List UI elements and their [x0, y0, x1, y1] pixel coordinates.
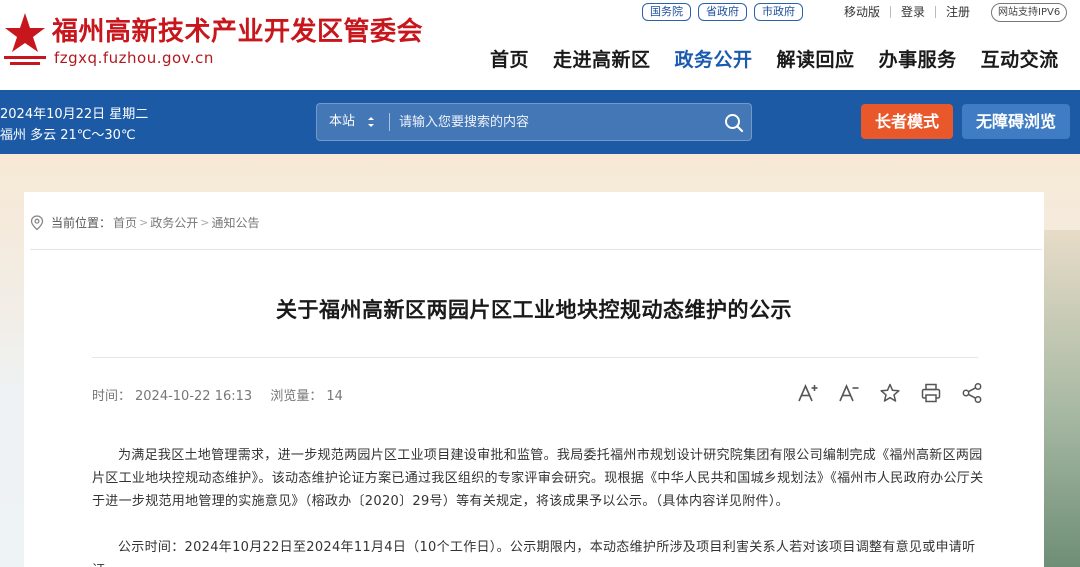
article-tools: [797, 382, 983, 404]
mobile-version-link[interactable]: 移动版: [844, 3, 880, 20]
font-decrease-icon[interactable]: [838, 382, 860, 404]
register-link[interactable]: 注册: [946, 3, 970, 20]
date-text: 2024年10月22日 星期二: [0, 107, 149, 122]
divider: [935, 5, 937, 18]
article-meta: 时间： 2024-10-22 16:13 浏览量： 14: [92, 385, 347, 404]
nav-item-interaction[interactable]: 互动交流: [981, 45, 1059, 72]
accessible-browse-button[interactable]: 无障碍浏览: [962, 104, 1070, 139]
divider: [92, 357, 978, 358]
divider: [30, 249, 1042, 250]
gov-link-city[interactable]: 市政府: [754, 3, 803, 21]
article-title: 关于福州高新区两园片区工业地块控规动态维护的公示: [276, 298, 792, 322]
view-count: 14: [326, 389, 343, 404]
gov-links: 国务院 省政府 市政府: [642, 3, 803, 21]
print-icon[interactable]: [920, 382, 942, 404]
font-increase-icon[interactable]: [797, 382, 819, 404]
main-nav: 首页 走进高新区 政务公开 解读回应 办事服务 互动交流: [490, 45, 1059, 72]
logo-icon: [4, 13, 46, 65]
nav-item-home[interactable]: 首页: [490, 45, 529, 72]
nav-item-services[interactable]: 办事服务: [879, 45, 957, 72]
nav-item-interpretation[interactable]: 解读回应: [777, 45, 855, 72]
top-utility-links: 移动版 登录 注册: [844, 3, 970, 20]
search-bar: 本站: [316, 103, 752, 141]
updown-arrow-icon: [368, 117, 374, 127]
breadcrumb-separator: >: [200, 216, 210, 229]
breadcrumb-gov-affairs[interactable]: 政务公开: [150, 214, 198, 231]
gov-link-province[interactable]: 省政府: [698, 3, 747, 21]
views-label: 浏览量：: [270, 389, 323, 404]
breadcrumb: 当前位置： 首页 > 政务公开 > 通知公告: [30, 214, 260, 231]
nav-item-about[interactable]: 走进高新区: [553, 45, 651, 72]
nav-item-gov-affairs[interactable]: 政务公开: [675, 45, 753, 72]
site-title[interactable]: 福州高新技术产业开发区管委会: [52, 11, 423, 48]
search-scope-select[interactable]: 本站: [317, 104, 389, 140]
publish-time: 2024-10-22 16:13: [135, 389, 253, 404]
divider: [389, 113, 390, 131]
breadcrumb-notices[interactable]: 通知公告: [211, 214, 259, 231]
location-pin-icon: [30, 214, 44, 230]
time-label: 时间：: [92, 389, 132, 404]
article-paragraph: 公示时间：2024年10月22日至2024年11月4日（10个工作日）。公示期限…: [92, 540, 976, 567]
star-icon[interactable]: [879, 382, 901, 404]
elder-mode-button[interactable]: 长者模式: [861, 104, 953, 139]
share-icon[interactable]: [961, 382, 983, 404]
gov-link-state-council[interactable]: 国务院: [642, 3, 691, 21]
site-header: 福州高新技术产业开发区管委会 fzgxq.fuzhou.gov.cn 国务院 省…: [0, 0, 1080, 90]
site-domain: fzgxq.fuzhou.gov.cn: [54, 49, 214, 67]
breadcrumb-label: 当前位置：: [51, 216, 112, 230]
login-link[interactable]: 登录: [901, 3, 925, 20]
breadcrumb-separator: >: [139, 216, 149, 229]
divider: [890, 5, 892, 18]
search-input[interactable]: [399, 104, 709, 140]
article-paragraph: 为满足我区土地管理需求，进一步规范两园片区工业项目建设审批和监管。我局委托福州市…: [92, 448, 984, 509]
weather-text: 福州 多云 21℃～30℃: [0, 128, 136, 143]
ipv6-badge: 网站支持IPV6: [991, 3, 1068, 22]
decorative-scenery: [1040, 230, 1080, 567]
search-icon[interactable]: [723, 112, 745, 134]
search-scope-label: 本站: [329, 114, 356, 129]
breadcrumb-home[interactable]: 首页: [113, 214, 137, 231]
